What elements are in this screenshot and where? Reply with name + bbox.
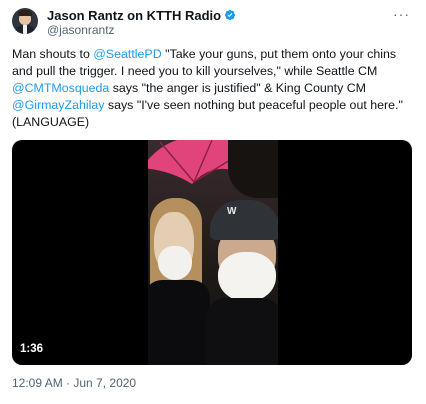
tweet-text-segment: and pull the trigger. I need you to kill… <box>12 64 378 78</box>
verified-badge-icon <box>224 9 236 21</box>
video-duration: 1:36 <box>20 343 44 355</box>
tweet-text-line: and pull the trigger. I need you to kill… <box>12 63 416 80</box>
tweet-header: Jason Rantz on KTTH Radio @jasonrantz ··… <box>12 6 416 38</box>
tweet-text: Man shouts to @SeattlePD "Take your guns… <box>12 46 416 131</box>
video-frame: W <box>148 140 278 365</box>
tweet-text-segment: Man shouts to <box>12 47 94 61</box>
mention-link[interactable]: @SeattlePD <box>93 47 161 61</box>
tweet-card: Jason Rantz on KTTH Radio @jasonrantz ··… <box>0 0 426 404</box>
more-options-icon[interactable]: ··· <box>393 6 410 22</box>
tweet-text-segment: (LANGUAGE) <box>12 115 90 129</box>
person-right-cap <box>210 200 278 240</box>
avatar-hair <box>18 10 32 16</box>
tweet-text-segment: says "I've seen nothing but peaceful peo… <box>104 98 403 112</box>
author-block: Jason Rantz on KTTH Radio @jasonrantz <box>47 7 236 37</box>
person-right-coat <box>206 298 278 365</box>
author-display-name[interactable]: Jason Rantz on KTTH Radio <box>47 8 221 23</box>
mention-link[interactable]: @CMTMosqueda <box>12 81 109 95</box>
video-player[interactable]: W 1:36 <box>12 140 412 365</box>
tweet-text-line: @GirmayZahilay says "I've seen nothing b… <box>12 97 416 114</box>
cap-logo: W <box>227 206 237 217</box>
person-right-mask <box>218 252 276 302</box>
author-handle[interactable]: @jasonrantz <box>47 23 236 37</box>
person-left-mask <box>158 246 192 280</box>
tweet-text-line: (LANGUAGE) <box>12 114 416 131</box>
person-left-coat <box>148 280 210 365</box>
avatar[interactable] <box>12 8 38 34</box>
tweet-text-line: Man shouts to @SeattlePD "Take your guns… <box>12 46 416 63</box>
mention-link[interactable]: @GirmayZahilay <box>12 98 104 112</box>
tweet-timestamp[interactable]: 12:09 AM · Jun 7, 2020 <box>12 376 136 390</box>
tweet-text-segment: says "the anger is justified" & King Cou… <box>109 81 367 95</box>
author-name-row: Jason Rantz on KTTH Radio <box>47 7 236 23</box>
tweet-text-line: @CMTMosqueda says "the anger is justifie… <box>12 80 416 97</box>
tweet-text-segment: "Take your guns, put them onto your chin… <box>161 47 397 61</box>
avatar-shirt <box>23 25 27 34</box>
